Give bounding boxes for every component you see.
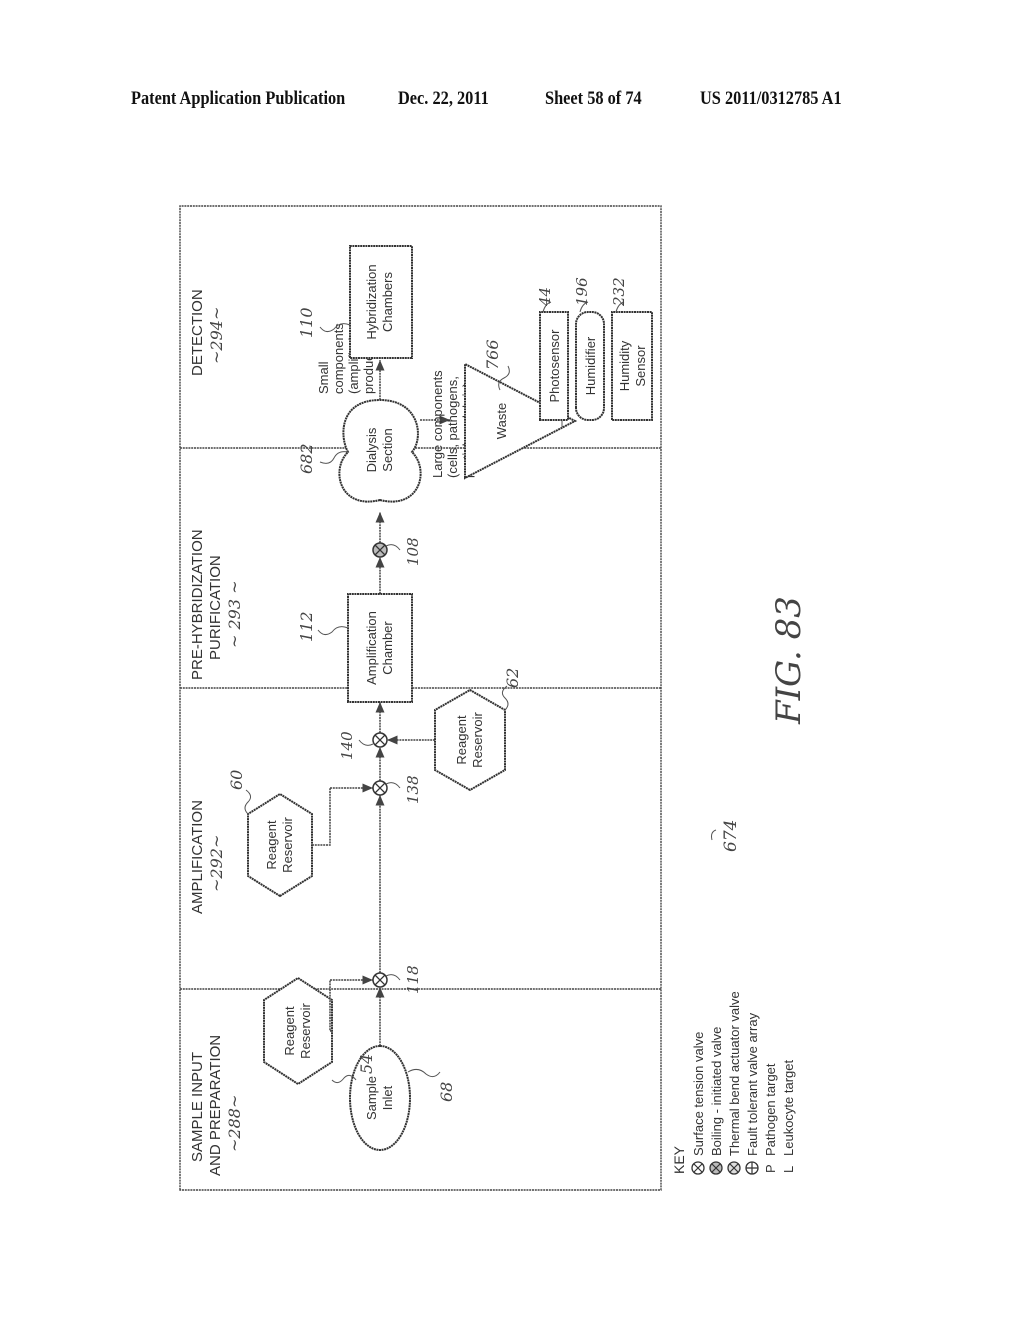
flow-reagent60-connector — [312, 788, 331, 846]
svg-text:Amplification: Amplification — [364, 611, 379, 685]
reagent-reservoir-60: Reagent Reservoir 60 — [227, 770, 313, 898]
key-title: KEY — [671, 1145, 687, 1174]
dialysis-section-682: Dialysis Section 682 — [297, 398, 422, 503]
section-title: DETECTION — [189, 289, 206, 376]
svg-text:Reservoir: Reservoir — [470, 712, 485, 768]
svg-text:components: components — [331, 323, 346, 394]
ref-54: 54 — [357, 1054, 376, 1074]
svg-text:Large components: Large components — [430, 370, 445, 478]
section-title: AMPLIFICATION — [189, 800, 206, 914]
svg-text:Humidity: Humidity — [617, 340, 632, 391]
ref-44: 44 — [536, 287, 554, 307]
section-title: AND PREPARATION — [207, 1035, 224, 1176]
humidifier-196: Humidifier 196 — [573, 277, 605, 421]
ref-138: 138 — [404, 775, 422, 804]
ref-112: 112 — [297, 611, 316, 642]
svg-text:Reservoir: Reservoir — [298, 1003, 313, 1059]
svg-text:Sensor: Sensor — [633, 345, 648, 387]
section-ref: ~292~ — [207, 835, 226, 892]
amplification-chamber-112: Amplification Chamber 112 — [297, 593, 413, 703]
svg-text:Pathogen target: Pathogen target — [763, 1063, 778, 1156]
section-sample-input: SAMPLE INPUT AND PREPARATION ~288~ — [189, 1035, 244, 1176]
svg-text:Section: Section — [380, 428, 395, 471]
humidity-sensor-232: Humidity Sensor 232 — [610, 277, 653, 421]
section-title: PURIFICATION — [207, 555, 224, 660]
section-title: SAMPLE INPUT — [189, 1052, 206, 1162]
svg-text:Chambers: Chambers — [380, 272, 395, 332]
reagent-reservoir-62: Reagent Reservoir 62 — [434, 668, 522, 792]
svg-text:Dialysis: Dialysis — [364, 427, 379, 472]
ref-62: 62 — [503, 668, 522, 688]
section-detection: DETECTION ~294~ — [189, 289, 226, 376]
reagent-reservoir-54: Reagent Reservoir 54 — [263, 976, 376, 1086]
ref-110: 110 — [297, 307, 316, 338]
svg-text:Surface tension valve: Surface tension valve — [691, 1032, 706, 1156]
ref-60: 60 — [227, 770, 246, 790]
section-ref: ~294~ — [207, 307, 226, 364]
figure-canvas: SAMPLE INPUT AND PREPARATION ~288~ AMPLI… — [179, 205, 809, 1191]
leukocyte-target-symbol: L — [781, 1166, 796, 1173]
svg-text:674: 674 — [721, 820, 741, 852]
section-ref: ~ 293 ~ — [225, 580, 244, 648]
section-title: PRE-HYBRIDIZATION — [189, 529, 206, 680]
svg-text:Small: Small — [316, 361, 331, 394]
ref-682: 682 — [297, 443, 316, 474]
figure-caption: FIG. 83 — [769, 596, 809, 725]
ref-766: 766 — [483, 339, 502, 370]
svg-text:Reagent: Reagent — [454, 715, 469, 765]
svg-text:Boiling - initiated valve: Boiling - initiated valve — [709, 1027, 724, 1156]
ref-108: 108 — [404, 537, 422, 566]
ref-118: 118 — [404, 965, 422, 994]
svg-text:Sample: Sample — [364, 1076, 379, 1120]
svg-text:Thermal bend actuator valve: Thermal bend actuator valve — [727, 991, 742, 1156]
svg-text:Waste: Waste — [494, 403, 509, 439]
svg-text:Fault tolerant valve array: Fault tolerant valve array — [745, 1012, 760, 1156]
svg-text:Humidifier: Humidifier — [583, 336, 598, 395]
svg-text:(cells, pathogens,: (cells, pathogens, — [445, 376, 460, 478]
hybridization-chambers-110: Hybridization Chambers 110 — [297, 245, 413, 359]
svg-text:Reagent: Reagent — [264, 820, 279, 870]
boiling-initiated-valve-icon — [709, 1161, 723, 1175]
thermal-bend-actuator-valve-icon — [727, 1161, 741, 1175]
ref-232: 232 — [610, 277, 628, 307]
svg-text:Hybridization: Hybridization — [364, 264, 379, 339]
svg-text:Chamber: Chamber — [380, 621, 395, 675]
svg-text:Photosensor: Photosensor — [547, 329, 562, 403]
fault-tolerant-valve-array-icon — [745, 1161, 759, 1175]
ref-68: 68 — [437, 1082, 456, 1102]
svg-text:Leukocyte target: Leukocyte target — [781, 1059, 796, 1156]
photosensor-44: Photosensor 44 — [536, 287, 569, 421]
surface-tension-valve-icon — [691, 1161, 705, 1175]
section-purification: PRE-HYBRIDIZATION PURIFICATION ~ 293 ~ — [189, 529, 244, 680]
ref-140: 140 — [338, 731, 356, 760]
system-ref-674: 674 — [711, 820, 741, 852]
svg-text:Reagent: Reagent — [282, 1006, 297, 1056]
svg-text:Reservoir: Reservoir — [280, 817, 295, 873]
key-legend: KEY Surface tension valve Boiling - init… — [671, 991, 796, 1175]
section-amplification: AMPLIFICATION ~292~ — [189, 800, 226, 914]
pathogen-target-symbol: P — [763, 1164, 778, 1173]
ref-196: 196 — [573, 277, 591, 306]
section-ref: ~288~ — [225, 1095, 244, 1152]
svg-text:Inlet: Inlet — [380, 1085, 395, 1110]
